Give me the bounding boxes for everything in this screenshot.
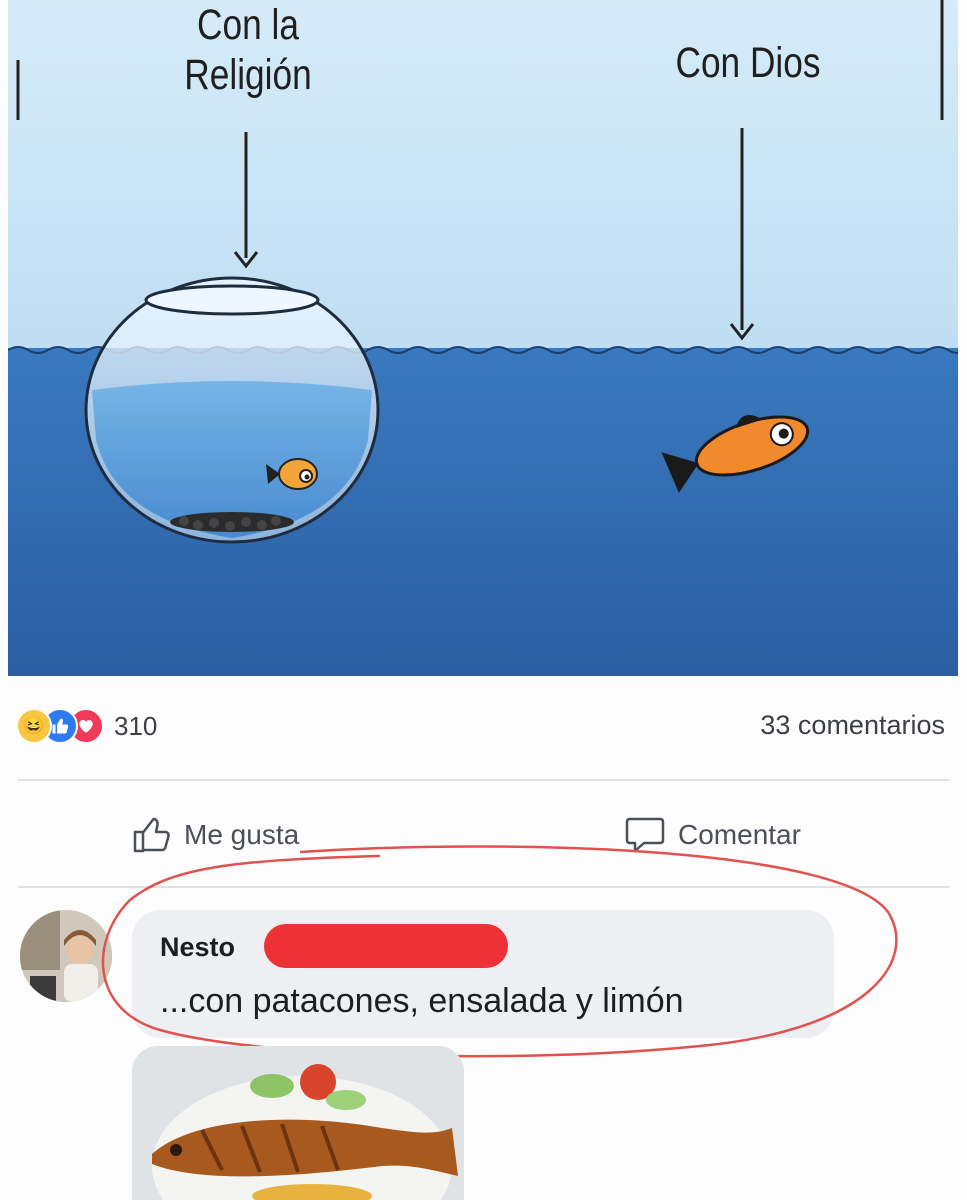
comment-photo[interactable] (132, 1046, 464, 1200)
like-button[interactable]: Me gusta (132, 812, 299, 858)
reactions-summary[interactable]: 😆 310 (16, 704, 157, 748)
avatar-photo (20, 910, 112, 1002)
comment-author[interactable]: Nesto (160, 932, 235, 963)
comment-label: Comentar (678, 819, 801, 850)
comments-count[interactable]: 33 comentarios (760, 710, 945, 741)
divider (18, 886, 949, 888)
haha-icon: 😆 (16, 708, 52, 744)
fried-fish-photo (132, 1046, 464, 1200)
label-religion: Con la Religión (184, 1, 312, 99)
comment-text: ...con patacones, ensalada y limón (160, 982, 684, 1020)
redaction-mark (264, 924, 508, 968)
comment-icon (625, 817, 665, 853)
reaction-count: 310 (114, 710, 158, 741)
thumbs-up-icon (133, 817, 170, 853)
label-god: Con Dios (675, 39, 821, 87)
facebook-post: Con la Religión Con Dios 😆 310 33 coment… (0, 0, 967, 1200)
post-image[interactable]: Con la Religión Con Dios (8, 0, 958, 676)
cartoon-illustration (8, 0, 958, 676)
comment-bubble[interactable]: Nesto ...con patacones, ensalada y limón (132, 910, 834, 1038)
divider (18, 779, 949, 781)
avatar[interactable] (20, 910, 112, 1002)
comment-button[interactable]: Comentar (624, 812, 801, 858)
like-label: Me gusta (184, 819, 300, 850)
